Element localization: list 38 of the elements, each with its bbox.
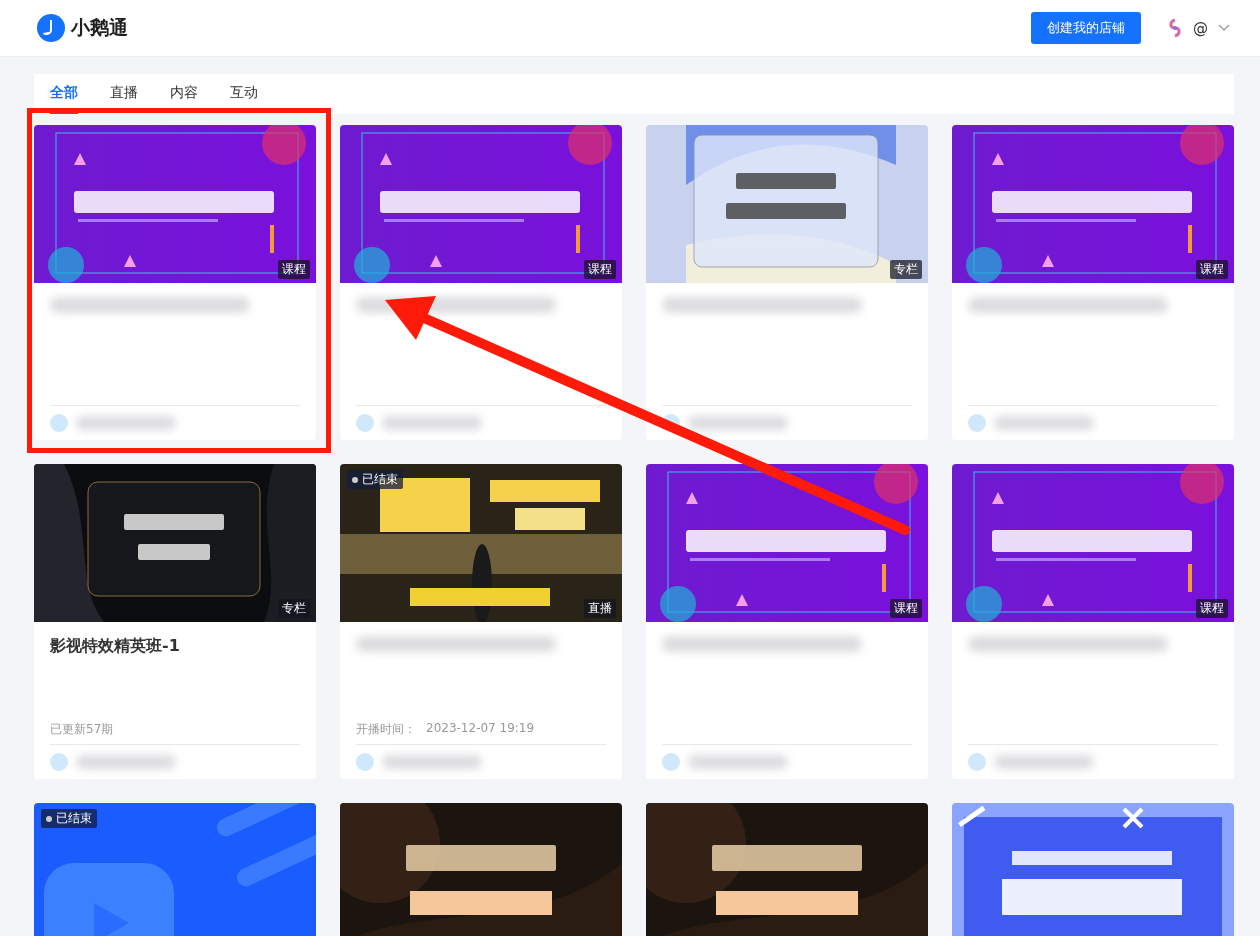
create-store-button[interactable]: 创建我的店铺: [1031, 12, 1141, 44]
course-card[interactable]: 课程: [646, 464, 928, 779]
logo-icon: [37, 14, 65, 42]
status-badge: 已结束: [347, 470, 403, 489]
tab[interactable]: 互动: [230, 74, 258, 114]
meta-text: 已更新57期: [50, 721, 114, 738]
course-card[interactable]: 课程: [34, 125, 316, 440]
avatar-icon: [662, 753, 680, 771]
type-badge: 课程: [584, 260, 616, 279]
avatar-icon: [968, 414, 986, 432]
avatar-icon[interactable]: [1167, 18, 1183, 38]
course-card[interactable]: 课程: [952, 125, 1234, 440]
type-badge: 课程: [278, 260, 310, 279]
account-name[interactable]: @: [1193, 19, 1208, 37]
status-badge: 已结束: [41, 809, 97, 828]
tab[interactable]: 内容: [170, 74, 198, 114]
course-card[interactable]: 专栏 影视特效精英班-1 已更新57期: [34, 464, 316, 779]
course-card[interactable]: 已结束 直播 开播时间： 2023-12-07 19:19: [340, 464, 622, 779]
logo-text: 小鹅通: [71, 15, 128, 40]
avatar-icon: [50, 753, 68, 771]
avatar-icon: [356, 753, 374, 771]
avatar-icon: [968, 753, 986, 771]
type-badge: 专栏: [278, 599, 310, 618]
chevron-down-icon[interactable]: [1218, 24, 1230, 32]
type-badge: 专栏: [890, 260, 922, 279]
meta-label: 开播时间：: [356, 721, 416, 738]
tab[interactable]: 全部: [50, 74, 78, 114]
avatar-icon: [50, 414, 68, 432]
type-badge: 课程: [1196, 599, 1228, 618]
type-badge: 直播: [584, 599, 616, 618]
type-badge: 课程: [1196, 260, 1228, 279]
tab[interactable]: 直播: [110, 74, 138, 114]
card-title: 影视特效精英班-1: [50, 636, 181, 657]
meta-text: 2023-12-07 19:19: [426, 721, 535, 737]
course-card[interactable]: 课程: [340, 125, 622, 440]
avatar-icon: [356, 414, 374, 432]
type-badge: 课程: [890, 599, 922, 618]
course-card[interactable]: 课程: [952, 464, 1234, 779]
